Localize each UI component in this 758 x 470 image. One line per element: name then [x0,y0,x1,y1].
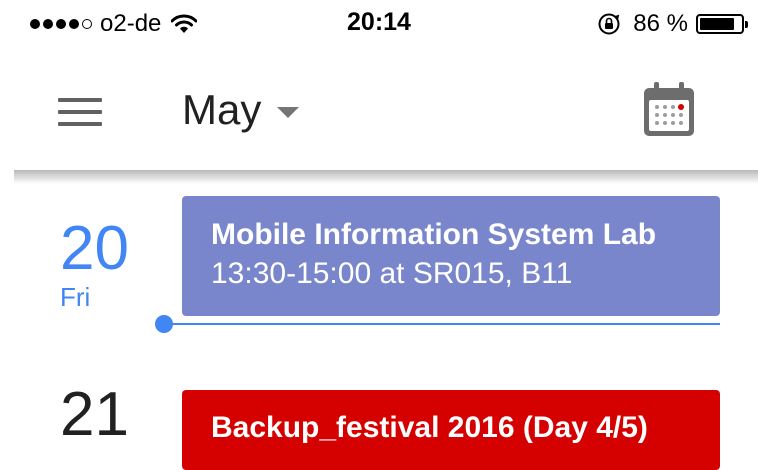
day-number-today[interactable]: 20 [60,218,129,280]
event-time-location: 13:30-15:00 at SR015, B11 [211,257,573,290]
month-title: May [182,86,262,133]
battery-icon [696,14,748,34]
calendar-today-icon[interactable] [640,80,698,140]
battery-tip [745,21,748,28]
current-time-dot [155,315,173,333]
event-title: Mobile Information System Lab [211,218,657,251]
battery-percentage: 86 % [633,10,688,37]
caret-down-icon [277,106,300,118]
event-card[interactable]: Backup_festival 2016 (Day 4/5) [182,390,720,470]
status-bar: o2-de 20:14 86 % [0,0,758,48]
event-title: Backup_festival 2016 (Day 4/5) [211,411,648,444]
month-selector[interactable]: May [182,86,300,134]
app-bar-shadow [14,170,758,184]
battery-level-fill [700,18,735,30]
hamburger-menu-icon[interactable] [58,98,102,126]
orientation-lock-icon [598,13,620,35]
status-right: 86 % [597,10,748,38]
current-time-line [164,323,720,325]
day-name-today: Fri [60,282,91,312]
event-card[interactable]: Mobile Information System Lab 13:30-15:0… [182,196,720,316]
